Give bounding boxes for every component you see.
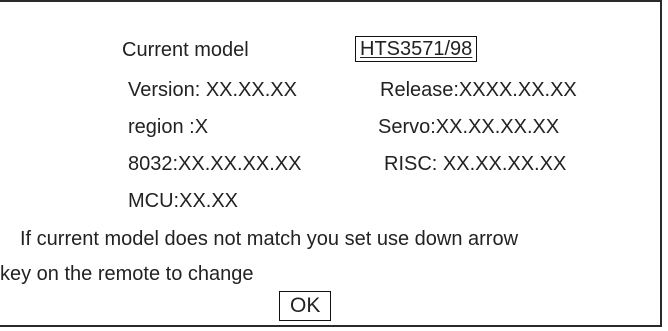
- region-text: region :X: [128, 116, 209, 138]
- instruction-line-1: If current model does not match you set …: [20, 228, 519, 250]
- release-text: Release:XXXX.XX.XX: [380, 79, 577, 101]
- risc-version-text: RISC: XX.XX.XX.XX: [384, 153, 567, 175]
- instruction-line-2: key on the remote to change: [0, 263, 254, 285]
- 8032-version-text: 8032:XX.XX.XX.XX: [128, 153, 302, 175]
- firmware-info-screen: Current model HTS3571/98 Version: XX.XX.…: [0, 0, 668, 331]
- ok-button[interactable]: OK: [279, 291, 332, 321]
- current-model-label: Current model: [122, 39, 249, 61]
- servo-text: Servo:XX.XX.XX.XX: [378, 116, 560, 138]
- version-text: Version: XX.XX.XX: [128, 79, 297, 101]
- current-model-value: HTS3571/98: [355, 36, 478, 62]
- mcu-version-text: MCU:XX.XX: [128, 190, 239, 212]
